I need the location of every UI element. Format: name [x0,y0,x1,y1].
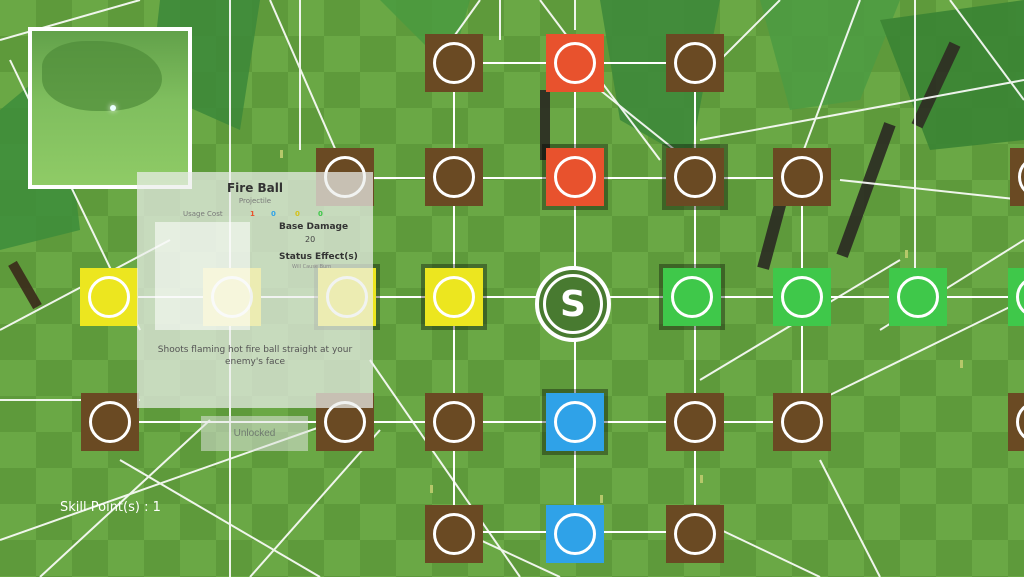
skill-node[interactable] [425,148,483,206]
skill-node[interactable] [773,148,831,206]
skill-node-water[interactable] [542,389,608,455]
skill-node-fire[interactable] [546,34,604,92]
start-node-label: S [560,283,586,325]
skill-node-nature[interactable] [659,264,725,330]
skill-node[interactable] [425,505,483,563]
skill-type: Projectile [238,197,272,205]
skill-node-lightning[interactable] [421,264,487,330]
skill-node[interactable] [1008,393,1024,451]
usage-cost-lightning: 0 [295,210,300,218]
skill-preview-image [155,222,250,330]
skill-node[interactable] [773,393,831,451]
start-node[interactable]: S [535,266,611,342]
skill-info-panel: Fire Ball Projectile Usage Cost 1 0 0 0 … [137,172,373,408]
status-effects-value: Will Cause Burn [292,264,332,270]
skill-description: Shoots flaming hot fire ball straight at… [157,345,353,367]
skill-node[interactable] [666,393,724,451]
unlock-button[interactable]: Unlocked [201,416,308,451]
skill-node[interactable] [1010,148,1024,206]
base-damage-value: 20 [305,235,316,244]
usage-cost-nature: 0 [318,210,323,218]
skill-node[interactable] [662,144,728,210]
minimap [28,27,192,189]
usage-cost-label: Usage Cost [183,210,223,218]
skill-name: Fire Ball [226,181,283,195]
skill-node-nature[interactable] [889,268,947,326]
status-effects-label: Status Effect(s) [279,252,358,262]
skill-points-counter: Skill Point(s) : 1 [60,500,161,515]
skill-node[interactable] [666,505,724,563]
usage-cost-fire: 1 [250,210,255,218]
skill-node-nature[interactable] [773,268,831,326]
skill-node-fire-selected[interactable] [542,144,608,210]
skill-node-water[interactable] [546,505,604,563]
base-damage-label: Base Damage [279,222,349,232]
minimap-player-marker [110,105,116,111]
skill-node[interactable] [81,393,139,451]
usage-cost-water: 0 [271,210,276,218]
skill-node[interactable] [425,34,483,92]
skill-node-nature[interactable] [1008,268,1024,326]
skill-node-lightning[interactable] [80,268,138,326]
skill-node[interactable] [425,393,483,451]
skill-node[interactable] [666,34,724,92]
minimap-terrain [42,41,162,111]
